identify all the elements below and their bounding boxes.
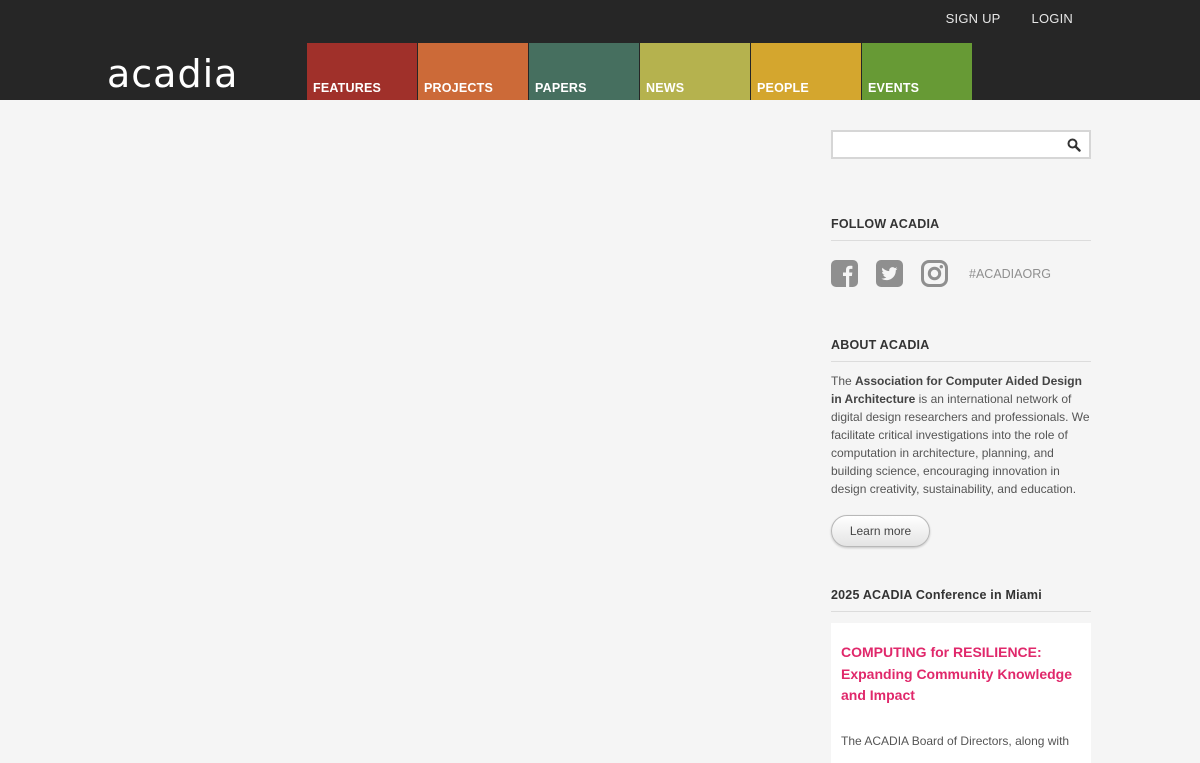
about-text-before: The [831, 374, 856, 388]
conference-heading[interactable]: COMPUTING for RESILIENCE: Expanding Comm… [841, 642, 1081, 707]
search-box [831, 130, 1091, 159]
twitter-icon[interactable] [876, 260, 903, 287]
learn-more-button[interactable]: Learn more [831, 515, 930, 547]
conference-card: COMPUTING for RESILIENCE: Expanding Comm… [831, 623, 1091, 763]
about-title: ABOUT ACADIA [831, 338, 1091, 362]
nav-item-papers[interactable]: PAPERS [529, 43, 639, 100]
nav-item-label: EVENTS [868, 81, 920, 95]
search-icon[interactable] [1067, 138, 1081, 152]
sidebar: FOLLOW ACADIA #ACADIAORG ABOUT ACADIA Th… [831, 130, 1091, 763]
nav-item-label: FEATURES [313, 81, 382, 95]
signup-link[interactable]: SIGN UP [946, 11, 1001, 26]
nav-item-news[interactable]: NEWS [640, 43, 750, 100]
nav-item-label: PEOPLE [757, 81, 809, 95]
nav-item-label: PROJECTS [424, 81, 493, 95]
login-link[interactable]: LOGIN [1032, 11, 1073, 26]
nav-item-label: PAPERS [535, 81, 587, 95]
follow-section: FOLLOW ACADIA #ACADIAORG [831, 217, 1091, 287]
nav-item-label: NEWS [646, 81, 685, 95]
nav-item-projects[interactable]: PROJECTS [418, 43, 528, 100]
nav-item-events[interactable]: EVENTS [862, 43, 972, 100]
social-links: #ACADIAORG [831, 260, 1091, 287]
hashtag-text: #ACADIAORG [969, 266, 1051, 281]
instagram-icon[interactable] [921, 260, 948, 287]
nav-item-features[interactable]: FEATURES [307, 43, 417, 100]
top-links: SIGN UP LOGIN [946, 11, 1073, 26]
about-description: The Association for Computer Aided Desig… [831, 372, 1091, 498]
nav-item-people[interactable]: PEOPLE [751, 43, 861, 100]
follow-title: FOLLOW ACADIA [831, 217, 1091, 241]
conference-text: The ACADIA Board of Directors, along wit… [841, 733, 1070, 748]
site-logo[interactable]: acadia [107, 55, 238, 93]
facebook-icon[interactable] [831, 260, 858, 287]
about-text-after: is an international network of digital d… [831, 392, 1090, 496]
conference-section: 2025 ACADIA Conference in Miami COMPUTIN… [831, 588, 1091, 763]
conference-title: 2025 ACADIA Conference in Miami [831, 588, 1091, 612]
main-nav: FEATURES PROJECTS PAPERS NEWS PEOPLE EVE… [307, 43, 973, 100]
search-input[interactable] [833, 132, 1065, 156]
about-section: ABOUT ACADIA The Association for Compute… [831, 338, 1091, 547]
site-header: SIGN UP LOGIN acadia FEATURES PROJECTS P… [0, 0, 1200, 100]
